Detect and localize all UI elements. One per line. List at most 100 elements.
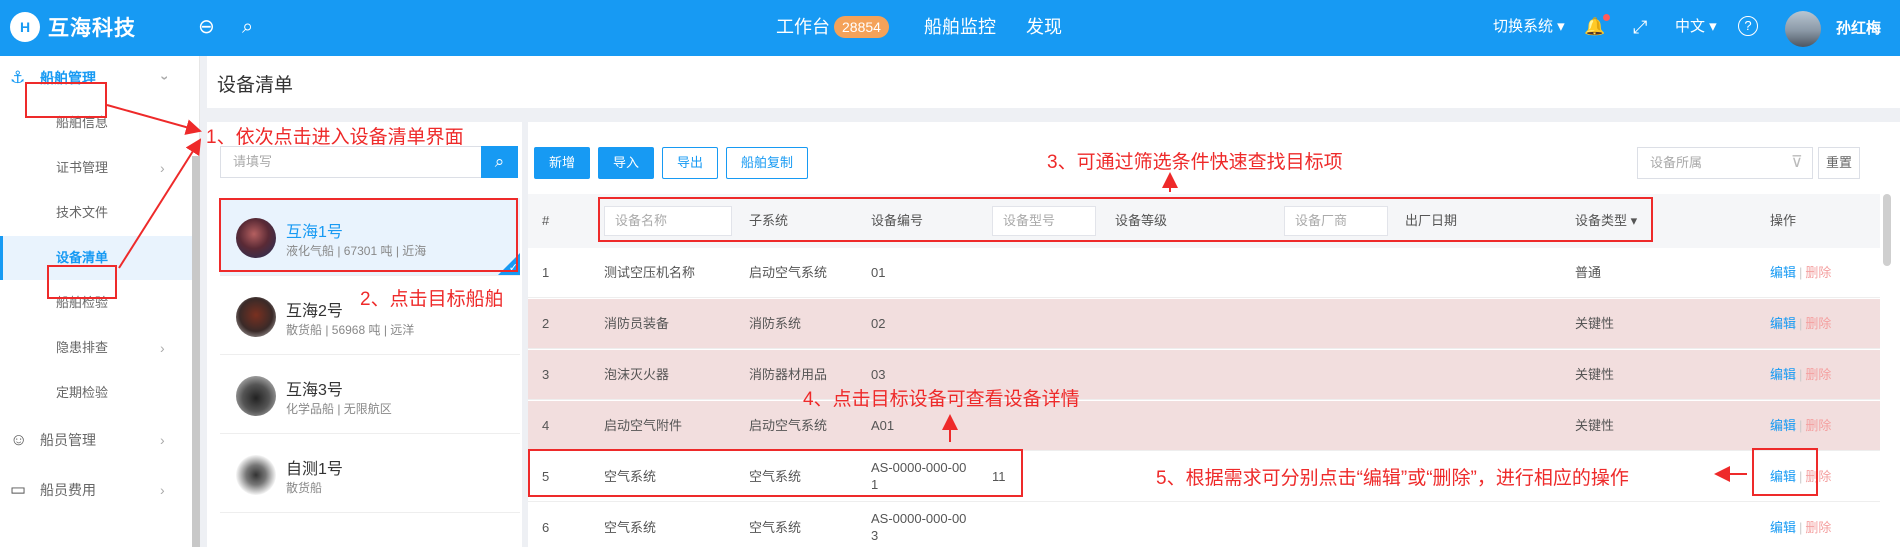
edit-link[interactable]: 编辑: [1770, 367, 1796, 382]
row-name: 启动空气附件: [604, 418, 683, 433]
table-scrollbar[interactable]: [1883, 194, 1891, 266]
ship-desc: 散货船: [286, 481, 323, 495]
sidebar-item-equipment-list[interactable]: 设备清单: [0, 236, 192, 280]
logo[interactable]: H 互海科技: [10, 12, 136, 42]
ship-search-input[interactable]: 请填写: [220, 146, 488, 178]
ship-item-zice-1[interactable]: 自测1号 散货船: [220, 435, 520, 513]
row-code: 02: [871, 316, 886, 331]
table-row[interactable]: 6 空气系统 空气系统 AS-0000-000-00 3 编辑 | 删除: [528, 503, 1880, 547]
equipment-type-dropdown[interactable]: 设备类型 ▾: [1575, 194, 1637, 248]
sidebar-item-label: 技术文件: [56, 205, 109, 220]
row-name: 消防员装备: [604, 316, 670, 331]
caret-down-icon: ▾: [1630, 213, 1638, 228]
ship-desc: 化学品船 | 无限航区: [286, 402, 392, 416]
sidebar-item-label: 船员管理: [40, 432, 96, 448]
row-index: 2: [542, 316, 550, 331]
sidebar-item-label: 隐患排查: [56, 340, 109, 355]
page-title-bar: 设备清单: [207, 56, 1900, 108]
table-header: # 设备名称 子系统 设备编号 设备型号 设备等级 设备厂商 出厂日期 设备类型…: [528, 194, 1880, 248]
sidebar-item-crew-management[interactable]: ☺ 船员管理 ›: [0, 418, 192, 462]
delete-link[interactable]: 删除: [1805, 520, 1831, 535]
sidebar-item-label: 证书管理: [56, 160, 109, 175]
annotation-step-4: 4、点击目标设备可查看设备详情: [803, 389, 1080, 410]
anchor-icon: ⚓: [10, 68, 26, 87]
back-icon[interactable]: ⊖: [198, 14, 215, 40]
row-type: 关键性: [1575, 367, 1615, 382]
ship-copy-button[interactable]: 船舶复制: [726, 147, 808, 179]
delete-link[interactable]: 删除: [1805, 265, 1831, 280]
col-equipment-level: 设备等级: [1115, 213, 1168, 228]
add-button[interactable]: 新增: [534, 147, 590, 179]
edit-link[interactable]: 编辑: [1770, 418, 1796, 433]
sidebar-item-hazard-check[interactable]: 隐患排查 ›: [0, 326, 192, 370]
user-name[interactable]: 孙红梅: [1836, 17, 1881, 38]
table-row[interactable]: 4 启动空气附件 启动空气系统 A01 关键性 编辑 | 删除: [528, 401, 1880, 451]
table-row[interactable]: 2 消防员装备 消防系统 02 关键性 编辑 | 删除: [528, 299, 1880, 349]
workbench-count-badge: 28854: [834, 16, 889, 38]
edit-link[interactable]: 编辑: [1770, 469, 1796, 484]
row-actions: 编辑 | 删除: [1770, 452, 1831, 502]
delete-link[interactable]: 删除: [1805, 418, 1831, 433]
nav-ship-monitor[interactable]: 船舶监控: [924, 14, 996, 40]
sidebar-item-certificates[interactable]: 证书管理 ›: [0, 146, 192, 190]
ship-list-panel: 请填写 ⌕ 互海1号 液化气船 | 67301 吨 | 近海 ✓ 互海2号 散货…: [207, 122, 522, 547]
row-actions: 编辑 | 删除: [1770, 503, 1831, 547]
import-button[interactable]: 导入: [598, 147, 654, 179]
fullscreen-icon[interactable]: ⤢: [1633, 16, 1647, 38]
row-type: 关键性: [1575, 418, 1615, 433]
delete-link[interactable]: 删除: [1805, 469, 1831, 484]
row-name: 泡沫灭火器: [604, 367, 670, 382]
language-dropdown[interactable]: 中文 ▾: [1675, 16, 1717, 38]
row-actions: 编辑 | 删除: [1770, 401, 1831, 451]
action-separator: |: [1799, 316, 1803, 331]
row-subsystem: 空气系统: [749, 469, 802, 484]
annotation-step-1: 1、依次点击进入设备清单界面: [206, 127, 464, 148]
ship-item-huhai-3[interactable]: 互海3号 化学品船 | 无限航区: [220, 356, 520, 434]
ship-name: 互海1号: [286, 224, 343, 241]
nav-discover[interactable]: 发现: [1026, 14, 1062, 40]
delete-link[interactable]: 删除: [1805, 367, 1831, 382]
sidebar-item-tech-files[interactable]: 技术文件: [0, 191, 192, 235]
edit-link[interactable]: 编辑: [1770, 520, 1796, 535]
switch-system-dropdown[interactable]: 切换系统 ▾: [1493, 16, 1565, 38]
ship-item-huhai-1[interactable]: 互海1号 液化气船 | 67301 吨 | 近海 ✓: [220, 198, 520, 276]
avatar[interactable]: [1785, 11, 1821, 47]
row-subsystem: 消防系统: [749, 316, 802, 331]
sidebar-scrollbar[interactable]: [192, 156, 200, 547]
chevron-down-icon: ›: [157, 75, 174, 81]
col-manufacture-date: 出厂日期: [1405, 213, 1458, 228]
sidebar-item-label: 船舶信息: [56, 115, 109, 130]
action-separator: |: [1799, 265, 1803, 280]
person-icon: ☺: [10, 430, 28, 449]
action-separator: |: [1799, 367, 1803, 382]
nav-workbench[interactable]: 工作台: [776, 14, 830, 40]
equipment-maker-filter-input[interactable]: 设备厂商: [1284, 206, 1388, 236]
reset-button[interactable]: 重置: [1818, 147, 1860, 179]
sidebar-item-periodic-inspection[interactable]: 定期检验: [0, 371, 192, 415]
equipment-owner-filter[interactable]: 设备所属: [1637, 147, 1813, 179]
action-separator: |: [1799, 418, 1803, 433]
row-actions: 编辑 | 删除: [1770, 299, 1831, 349]
sidebar-item-ship-info[interactable]: 船舶信息: [0, 101, 192, 145]
export-button[interactable]: 导出: [662, 147, 718, 179]
delete-link[interactable]: 删除: [1805, 316, 1831, 331]
row-index: 6: [542, 520, 550, 535]
table-row[interactable]: 3 泡沫灭火器 消防器材用品 03 关键性 编辑 | 删除: [528, 350, 1880, 400]
filter-icon[interactable]: ⊽: [1791, 152, 1803, 172]
edit-link[interactable]: 编辑: [1770, 316, 1796, 331]
logo-mark-icon: H: [10, 12, 40, 42]
equipment-name-filter-input[interactable]: 设备名称: [604, 206, 732, 236]
sidebar-item-ship-management[interactable]: ⚓ 船舶管理 ›: [0, 56, 192, 100]
sidebar-item-ship-inspection[interactable]: 船舶检验: [0, 281, 192, 325]
sidebar-item-crew-fees[interactable]: ▭ 船员费用 ›: [0, 468, 192, 512]
bell-icon[interactable]: 🔔: [1584, 16, 1605, 38]
edit-link[interactable]: 编辑: [1770, 265, 1796, 280]
table-row[interactable]: 1 测试空压机名称 启动空气系统 01 普通 编辑 | 删除: [528, 248, 1880, 298]
search-icon[interactable]: ⌕: [242, 14, 253, 40]
row-subsystem: 启动空气系统: [749, 265, 828, 280]
help-icon[interactable]: ?: [1738, 16, 1758, 36]
equipment-model-filter-input[interactable]: 设备型号: [992, 206, 1096, 236]
search-button[interactable]: ⌕: [481, 146, 518, 178]
ship-desc: 液化气船 | 67301 吨 | 近海: [286, 244, 427, 258]
ship-desc: 散货船 | 56968 吨 | 远洋: [286, 323, 415, 337]
